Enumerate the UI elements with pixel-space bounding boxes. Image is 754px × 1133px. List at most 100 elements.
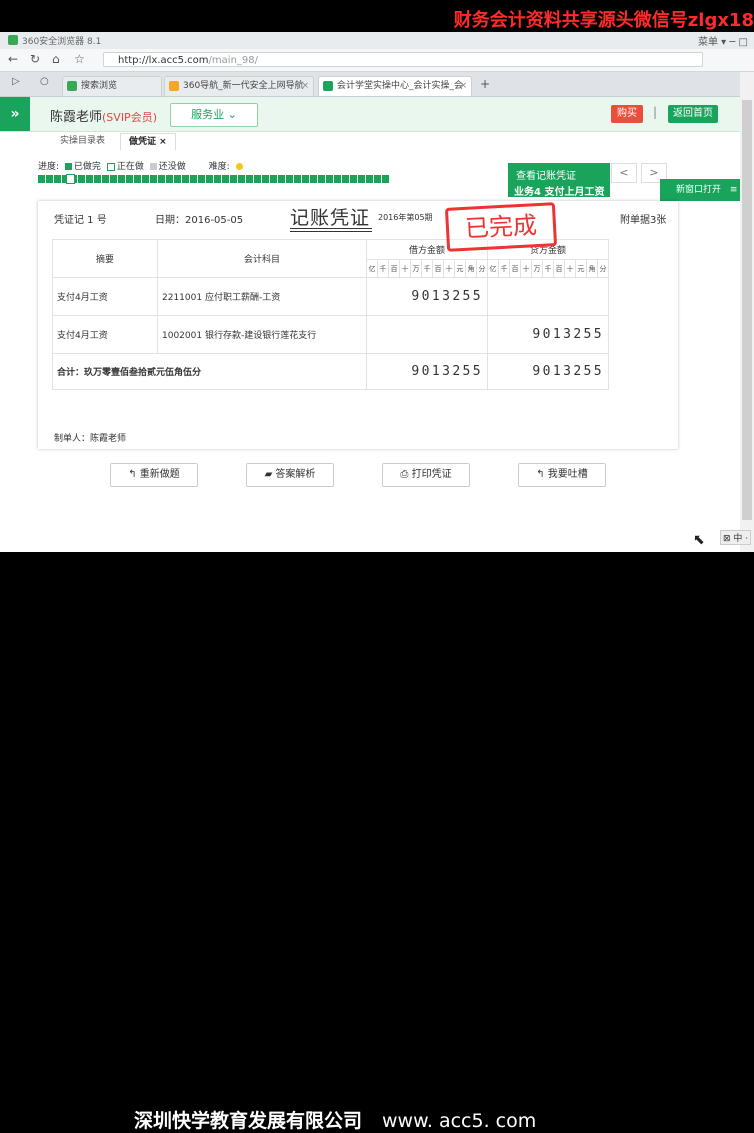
done-swatch-icon — [64, 163, 72, 170]
footer-text: 深圳快学教育发展有限公司 www. acc5. com — [134, 1106, 536, 1133]
redo-button[interactable]: ↰ 重新做题 — [110, 463, 198, 487]
difficulty-star-icon — [235, 163, 243, 170]
browser-logo-icon — [8, 35, 18, 45]
total-row: 合计：玖万零壹佰叁拾贰元伍角伍分 9013255 9013255 — [52, 353, 609, 390]
digit-header: 千 — [421, 259, 433, 278]
browser-tab-active[interactable]: 会计学堂实操中心_会计实操_会 × — [318, 76, 472, 96]
feedback-button[interactable]: ↰ 我要吐槽 — [518, 463, 606, 487]
refresh-icon[interactable]: ↻ — [30, 52, 40, 66]
digit-header: 千 — [377, 259, 389, 278]
service-dropdown[interactable]: 服务业 ⌄ — [170, 103, 258, 127]
doing-swatch-icon — [106, 162, 115, 171]
row-credit[interactable]: 9013255 — [487, 315, 609, 354]
progress-current-step[interactable] — [66, 174, 75, 184]
digit-header: 万 — [531, 259, 543, 278]
row-summary[interactable]: 支付4月工资 — [52, 277, 158, 316]
digit-header: 十 — [520, 259, 532, 278]
answer-button[interactable]: ▰ 答案解析 — [246, 463, 334, 487]
voucher-period: 2016年第05期 — [378, 213, 433, 222]
progress-legend: 进度: 已做完 正在做 还没做 难度: — [38, 159, 245, 172]
separator: | — [653, 105, 658, 119]
tab-voucher[interactable]: 做凭证 × — [120, 133, 176, 150]
address-bar: ← ↻ ⌂ ☆ http://lx.acc5.com/main_98/ — [0, 49, 754, 72]
digit-header: 十 — [443, 259, 455, 278]
row-debit[interactable] — [366, 315, 488, 354]
back-icon[interactable]: ← — [8, 52, 18, 66]
window-controls[interactable]: 菜单 ▾ ─ □ — [698, 33, 748, 48]
home-button[interactable]: 返回首页 — [668, 105, 718, 123]
top-banner: 财务会计资料共享源头微信号zlgx18 — [0, 0, 754, 36]
total-debit: 9013255 — [366, 353, 488, 390]
digit-header: 十 — [564, 259, 576, 278]
table-row[interactable]: 支付4月工资 1002001 银行存款-建设银行莲花支行 9013255 — [52, 315, 609, 354]
tab-close-icon[interactable]: × — [301, 77, 309, 95]
teacher-name: 陈霞老师 — [50, 110, 103, 125]
row-account[interactable]: 1002001 银行存款-建设银行莲花支行 — [157, 315, 367, 354]
top-nav: » 陈霞老师(SVIP会员) 服务业 ⌄ 购买 | 返回首页 — [0, 97, 740, 132]
legend-todo: 还没做 — [158, 162, 186, 172]
browser-tabs: ▷ ○ 搜索浏览 360导航_新一代安全上网导航 × 会计学堂实操中心_会计实操… — [0, 72, 740, 97]
digit-header: 百 — [388, 259, 400, 278]
digit-header: 千 — [498, 259, 510, 278]
digit-header: 十 — [399, 259, 411, 278]
tab-favicon-icon — [169, 81, 179, 91]
row-credit[interactable] — [487, 277, 609, 316]
footer-company: 深圳快学教育发展有限公司 — [134, 1110, 363, 1132]
row-account[interactable]: 2211001 应付职工薪酬-工资 — [157, 277, 367, 316]
ime-indicator[interactable]: ⊠ 中 · — [720, 530, 752, 545]
digit-header: 亿 — [366, 259, 378, 278]
new-window-button[interactable]: 新窗口打开 ≡ — [660, 179, 740, 201]
voucher-attachments: 附单据3张 — [620, 215, 667, 226]
tab-catalog[interactable]: 实操目录表 — [52, 133, 113, 149]
tab-label: 会计学堂实操中心_会计实操_会 — [337, 81, 464, 91]
home-icon[interactable]: ⌂ — [52, 52, 60, 66]
digit-header: 元 — [454, 259, 466, 278]
browser-tab[interactable]: 360导航_新一代安全上网导航 × — [164, 76, 314, 96]
tab-label: 360导航_新一代安全上网导航 — [183, 81, 304, 91]
digit-header: 百 — [553, 259, 565, 278]
prev-button[interactable]: < — [611, 163, 637, 183]
digit-header: 角 — [465, 259, 477, 278]
url-input[interactable]: http://lx.acc5.com/main_98/ — [103, 52, 703, 67]
table-row[interactable]: 支付4月工资 2211001 应付职工薪酬-工资 9013255 — [52, 277, 609, 316]
voucher-title: 记账凭证 — [290, 207, 371, 229]
row-summary[interactable]: 支付4月工资 — [52, 315, 158, 354]
title-underline — [290, 228, 372, 232]
print-button[interactable]: ⎙ 打印凭证 — [382, 463, 470, 487]
legend-done: 已做完 — [73, 162, 101, 172]
url-host: http://lx.acc5.com — [118, 55, 209, 66]
tab-close-icon[interactable]: × — [459, 77, 467, 95]
scrollbar-thumb[interactable] — [742, 100, 752, 520]
difficulty-label: 难度: — [208, 162, 230, 172]
footer-url: www. acc5. com — [382, 1110, 537, 1132]
browser-titlebar: 360安全浏览器 8.1 菜单 ▾ ─ □ — [0, 32, 754, 50]
total-credit: 9013255 — [487, 353, 609, 390]
footer-bar: 深圳快学教育发展有限公司 www. acc5. com — [0, 552, 754, 1132]
history-icon[interactable]: ○ — [40, 76, 49, 87]
new-tab-button[interactable]: + — [480, 77, 490, 91]
digit-header: 千 — [542, 259, 554, 278]
digit-header: 分 — [597, 259, 609, 278]
star-icon[interactable]: ☆ — [74, 52, 85, 66]
list-icon: ≡ — [729, 185, 738, 195]
new-window-label: 新窗口打开 — [676, 185, 722, 195]
page-content: » 陈霞老师(SVIP会员) 服务业 ⌄ 购买 | 返回首页 实操目录表 做凭证… — [0, 97, 740, 552]
digit-header: 分 — [476, 259, 488, 278]
voucher-table: 摘要 会计科目 借方金额 贷方金额 亿千百十万千百十元角分亿千百十万千百十元角分… — [52, 239, 609, 390]
sidebar-toggle-icon[interactable]: ▷ — [12, 76, 20, 87]
vip-badge: (SVIP会员) — [102, 111, 157, 124]
browser-tab[interactable]: 搜索浏览 — [62, 76, 162, 96]
url-path: /main_98/ — [208, 55, 258, 66]
buy-button[interactable]: 购买 — [611, 105, 643, 123]
row-debit[interactable]: 9013255 — [366, 277, 488, 316]
digit-header: 百 — [432, 259, 444, 278]
digit-header: 角 — [586, 259, 598, 278]
progress-bar[interactable] — [38, 175, 390, 183]
voucher-number: 凭证记 1 号 — [54, 215, 107, 226]
col-account: 会计科目 — [157, 239, 367, 278]
menu-toggle-icon[interactable]: » — [0, 97, 30, 131]
tab-favicon-icon — [67, 81, 77, 91]
browser-title: 360安全浏览器 8.1 — [22, 37, 102, 47]
voucher-date: 日期：2016-05-05 — [155, 215, 244, 226]
col-summary: 摘要 — [52, 239, 158, 278]
